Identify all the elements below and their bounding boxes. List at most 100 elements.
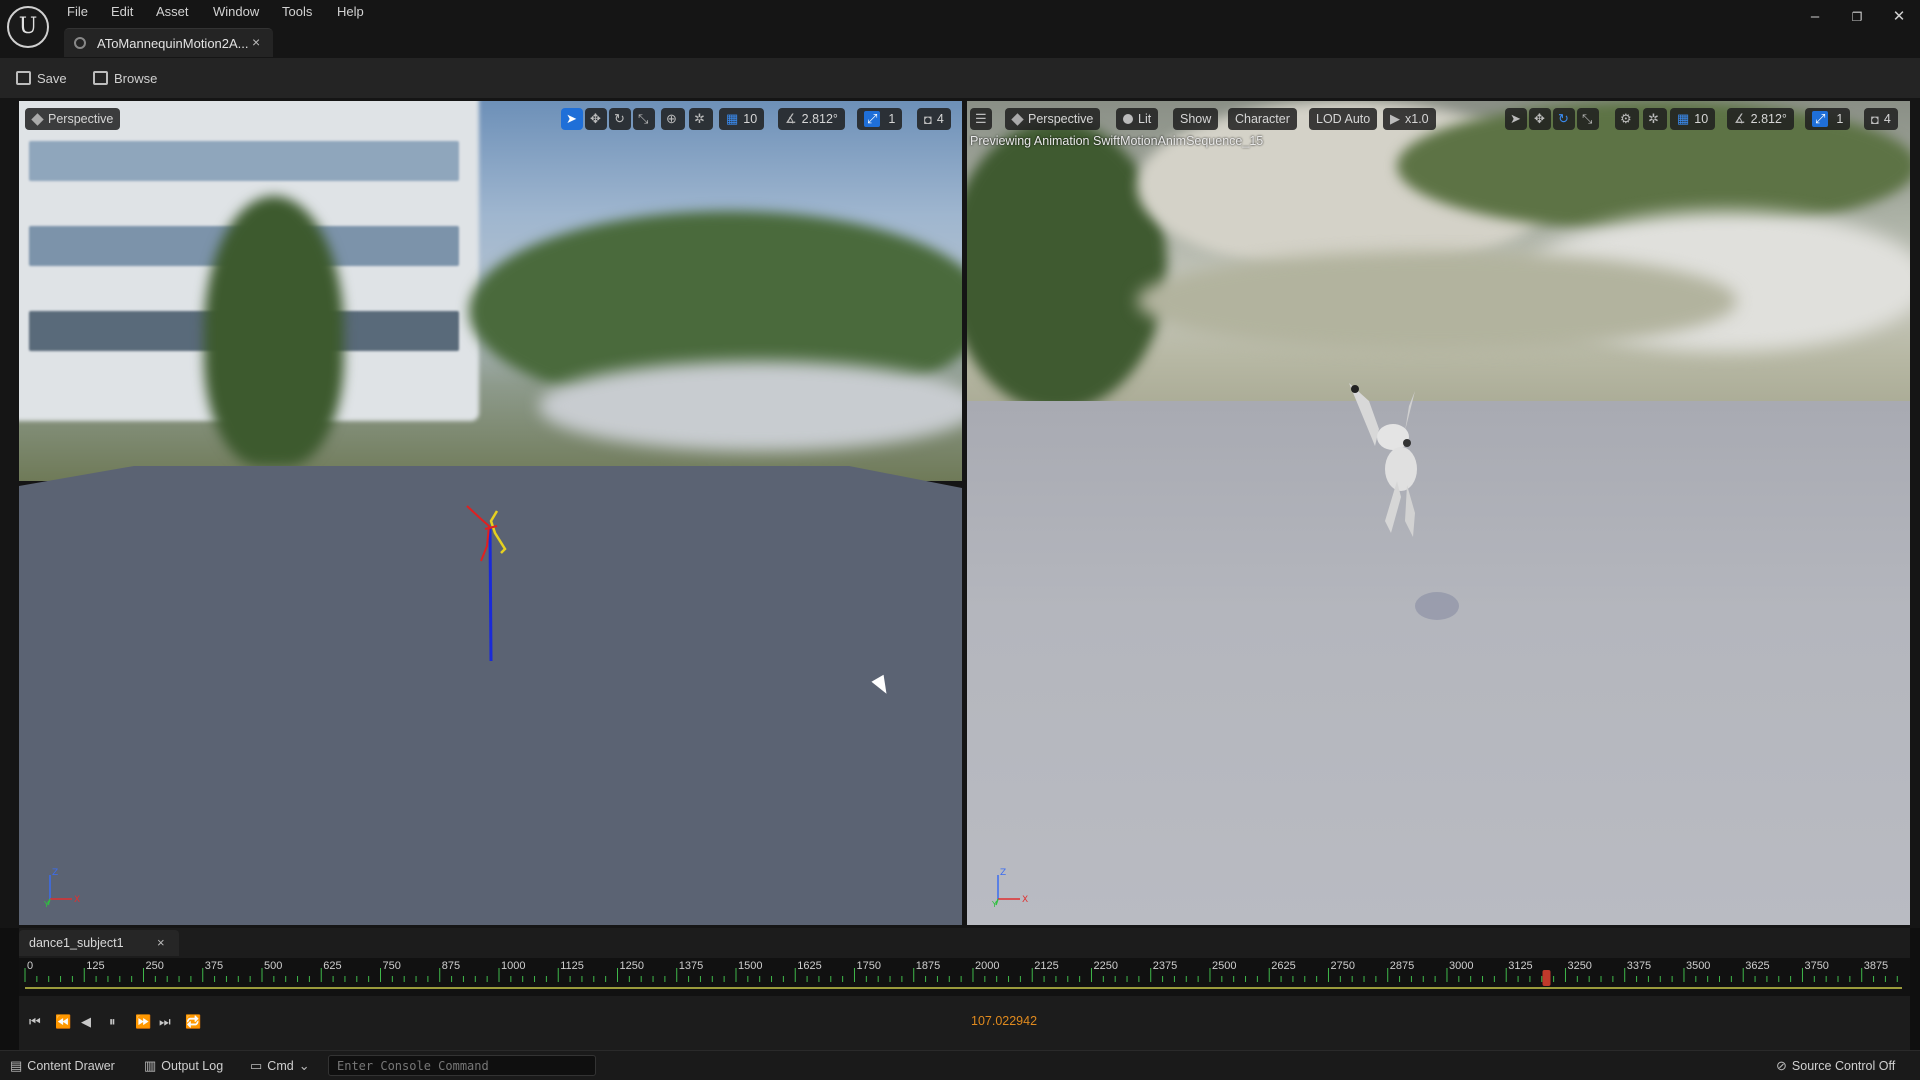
timeline-tick-label: 875 <box>442 960 460 972</box>
show-menu-button[interactable]: Show <box>1173 108 1219 130</box>
surface-snap-icon: ✲ <box>1648 111 1659 126</box>
scale-snap-button[interactable]: ⤢ 1 <box>1805 108 1851 130</box>
perspective-dropdown[interactable]: Perspective <box>1005 108 1101 130</box>
pause-button[interactable]: ⏸ <box>109 1014 116 1030</box>
menu-window[interactable]: Window <box>213 4 259 20</box>
content-drawer-button[interactable]: ▤ Content Drawer <box>10 1058 115 1074</box>
loop-toggle-button[interactable]: 🔁 <box>185 1014 201 1030</box>
asset-toolbar: Save Browse <box>0 58 1920 98</box>
save-icon <box>16 71 31 85</box>
minimize-button[interactable]: – <box>1805 8 1825 26</box>
timeline-panel: dance1_subject1 × 0 125 250 375 500 625 750 875… <box>19 928 1910 1050</box>
timeline-tick-label: 2625 <box>1271 960 1295 972</box>
content-drawer-label: Content Drawer <box>27 1059 115 1073</box>
close-tab-icon[interactable]: × <box>252 34 260 50</box>
camera-speed-button[interactable]: ◘ 4 <box>1864 108 1898 130</box>
save-button[interactable]: Save <box>16 68 67 88</box>
select-mode-button[interactable]: ➤ <box>561 108 583 130</box>
rotate-mode-button[interactable]: ↻ <box>609 108 631 130</box>
preview-status-text: Previewing Animation SwiftMotionAnimSequ… <box>970 134 1264 148</box>
translate-icon: ✥ <box>1534 111 1545 126</box>
scale-snap-button[interactable]: ⤢ 1 <box>857 108 903 130</box>
animation-tab[interactable]: dance1_subject1 × <box>19 930 179 956</box>
world-space-button[interactable]: ⊕ <box>661 108 685 130</box>
menu-edit[interactable]: Edit <box>111 4 133 20</box>
lod-menu-button[interactable]: LOD Auto <box>1309 108 1378 130</box>
skip-to-end-button[interactable]: ⏭ <box>159 1014 171 1030</box>
timeline-tick-label: 3875 <box>1864 960 1888 972</box>
playback-speed-button[interactable]: ▶ x1.0 <box>1383 108 1436 130</box>
svg-text:X: X <box>74 895 80 905</box>
rotation-snap-button[interactable]: ∡ 2.812° <box>1727 108 1794 130</box>
timeline-tick-label: 1125 <box>560 960 584 972</box>
timeline-ruler[interactable]: 0 125 250 375 500 625 750 875 1000 1125 1250 1375 15… <box>19 958 1910 996</box>
title-bar: U File Edit Asset Window Tools Help AToM… <box>0 0 1920 58</box>
rotate-icon: ↻ <box>1558 111 1569 126</box>
svg-text:X: X <box>1022 895 1028 905</box>
viewport-options-button[interactable]: ☰ <box>970 108 992 130</box>
source-viewport[interactable]: Perspective ➤ ✥ ↻ ⤡ ⊕ ✲ ▦ 10 ∡ 2.812° ⤢ … <box>19 101 962 925</box>
camera-speed-button[interactable]: ◘ 4 <box>917 108 951 130</box>
close-window-button[interactable]: ✕ <box>1889 8 1909 26</box>
character-menu-button[interactable]: Character <box>1228 108 1297 130</box>
translate-mode-button[interactable]: ✥ <box>1529 108 1551 130</box>
lit-mode-button[interactable]: Lit <box>1116 108 1159 130</box>
scale-snap-value: 1 <box>1836 112 1844 126</box>
local-space-button[interactable]: ⚙ <box>1615 108 1639 130</box>
axis-indicator: Z X Y <box>992 868 1028 907</box>
rotation-snap-value: 2.812° <box>801 112 838 126</box>
menu-tools[interactable]: Tools <box>282 4 312 20</box>
console-input[interactable]: Enter Console Command <box>328 1055 596 1076</box>
timeline-tick-label: 2000 <box>975 960 999 972</box>
output-log-button[interactable]: ▥ Output Log <box>144 1058 223 1074</box>
scale-mode-button[interactable]: ⤡ <box>1577 108 1599 130</box>
select-arrow-icon: ➤ <box>1510 111 1521 126</box>
rotation-snap-button[interactable]: ∡ 2.812° <box>778 108 845 130</box>
timeline-tick-label: 3625 <box>1745 960 1769 972</box>
source-control-button[interactable]: ⊘ Source Control Off <box>1776 1058 1895 1074</box>
browse-button[interactable]: Browse <box>93 68 157 88</box>
unreal-logo[interactable]: U <box>7 6 49 48</box>
surface-snap-button[interactable]: ✲ <box>1643 108 1667 130</box>
current-time-readout: 107.022942 <box>971 1014 1038 1028</box>
drawer-icon: ▤ <box>10 1058 23 1073</box>
camera-speed-value: 4 <box>936 112 944 126</box>
camera-speed-value: 4 <box>1883 112 1891 126</box>
camera-icon: ◘ <box>924 111 932 127</box>
lit-label: Lit <box>1138 112 1152 126</box>
perspective-dropdown[interactable]: Perspective <box>25 108 121 130</box>
timeline-tick-label: 3500 <box>1686 960 1710 972</box>
cmd-dropdown[interactable]: ▭ Cmd ⌄ <box>250 1058 310 1074</box>
restore-button[interactable]: ❐ <box>1847 8 1867 26</box>
scale-snap-value: 1 <box>888 112 896 126</box>
document-tab[interactable]: AToMannequinMotion2A... × <box>64 28 273 57</box>
scale-mode-button[interactable]: ⤡ <box>633 108 655 130</box>
skip-to-start-button[interactable]: ⏮ <box>29 1014 41 1030</box>
translate-mode-button[interactable]: ✥ <box>585 108 607 130</box>
terminal-icon: ▭ <box>250 1058 263 1073</box>
preview-viewport[interactable]: ☰ Perspective Lit Show Character LOD Aut… <box>967 101 1910 925</box>
close-tab-icon[interactable]: × <box>157 935 165 950</box>
timeline-tick-label: 500 <box>264 960 282 972</box>
source-control-off-icon: ⊘ <box>1776 1058 1787 1073</box>
step-forward-button[interactable]: ⏩ <box>135 1014 151 1030</box>
menu-file[interactable]: File <box>67 4 88 20</box>
play-reverse-button[interactable]: ◀ <box>81 1014 91 1030</box>
menu-help[interactable]: Help <box>337 4 364 20</box>
grid-snap-button[interactable]: ▦ 10 <box>1670 108 1716 130</box>
playhead-marker[interactable] <box>1542 970 1551 986</box>
character-label: Character <box>1235 112 1290 126</box>
step-back-button[interactable]: ⏪ <box>55 1014 71 1030</box>
status-bar: ▤ Content Drawer ▥ Output Log ▭ Cmd ⌄ En… <box>0 1050 1920 1080</box>
surface-snap-button[interactable]: ✲ <box>689 108 713 130</box>
select-mode-button[interactable]: ➤ <box>1505 108 1527 130</box>
timeline-scale[interactable]: 0 125 250 375 500 625 750 875 1000 1125 1250 1375 15… <box>19 958 1910 996</box>
timeline-tick-label: 1500 <box>738 960 762 972</box>
scale-snap-icon: ⤢ <box>1812 111 1829 127</box>
grid-snap-button[interactable]: ▦ 10 <box>719 108 765 130</box>
rotate-mode-button[interactable]: ↻ <box>1553 108 1575 130</box>
surface-snap-icon: ✲ <box>694 111 705 126</box>
timeline-tick-label: 2250 <box>1093 960 1117 972</box>
timeline-tick-label: 1625 <box>797 960 821 972</box>
menu-asset[interactable]: Asset <box>156 4 189 20</box>
